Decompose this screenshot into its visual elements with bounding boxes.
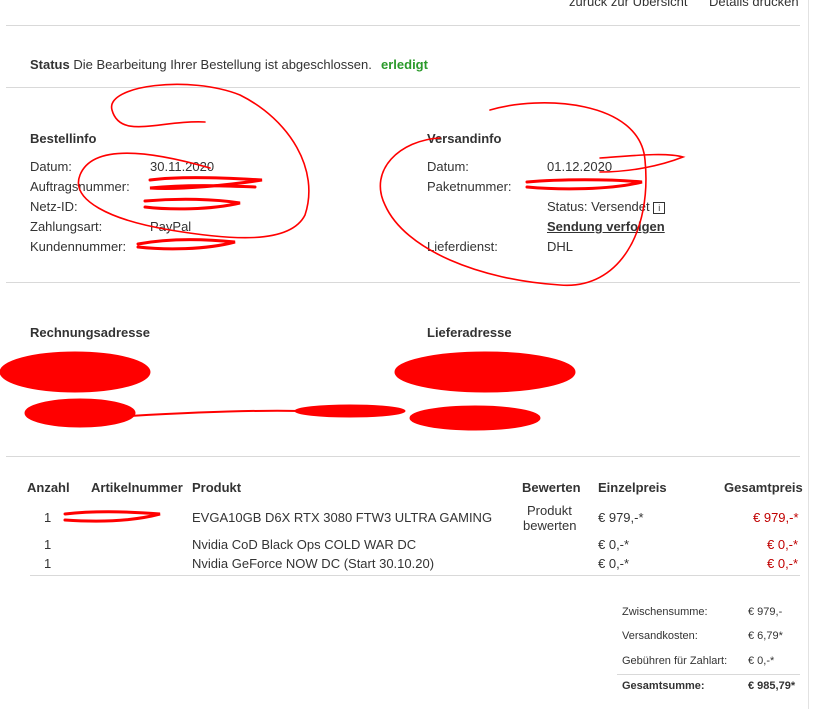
subtotal-value: € 979,- (748, 606, 783, 618)
col-article-number: Artikelnummer (91, 480, 183, 495)
right-border (808, 0, 809, 709)
col-qty: Anzahl (27, 480, 70, 495)
shipping-address-heading: Lieferadresse (427, 325, 512, 340)
back-to-overview-link[interactable]: zurück zur Übersicht (569, 0, 687, 9)
row-unit-price: € 979,-* (598, 510, 644, 525)
col-rate: Bewerten (522, 480, 581, 495)
rate-product-line2[interactable]: bewerten (523, 518, 576, 533)
net-id-label: Netz-ID: (30, 199, 78, 214)
address-redaction-billing-1 (0, 351, 151, 393)
address-redaction-shipping-1 (394, 351, 576, 393)
row-product-link[interactable]: Nvidia GeForce NOW DC (Start 30.10.20) (192, 556, 434, 571)
row-total-price: € 979,-* (753, 510, 799, 525)
row-unit-price: € 0,-* (598, 537, 630, 552)
carrier-value: DHL (547, 239, 574, 254)
order-date-value: 30.11.2020 (150, 159, 215, 174)
row-total-price: € 0,-* (767, 556, 799, 571)
row-qty: 1 (44, 537, 52, 552)
scribble-circle-right (379, 102, 647, 286)
row-total-price: € 0,-* (767, 537, 799, 552)
address-redaction-billing-2 (24, 398, 136, 428)
address-redaction-shipping-2 (409, 405, 541, 431)
status-badge: erledigt (381, 57, 428, 72)
subtotal-label: Zwischensumme: (622, 606, 708, 618)
payment-method-value: PayPal (150, 219, 192, 234)
redaction-scribbles (0, 83, 686, 523)
shipping-date-value: 01.12.2020 (547, 159, 613, 174)
shipping-status: Status: Versendet i (547, 199, 666, 214)
divider (6, 87, 800, 88)
row-unit-price: € 0,-* (598, 556, 630, 571)
row-product-link[interactable]: Nvidia CoD Black Ops COLD WAR DC (192, 537, 416, 552)
status-label: Status (30, 57, 70, 72)
order-number-label: Auftragsnummer: (30, 179, 130, 194)
rate-product-line1[interactable]: Produkt (527, 503, 572, 518)
row-qty: 1 (44, 556, 52, 571)
versandinfo-heading: Versandinfo (427, 131, 502, 146)
order-date-label: Datum: (30, 159, 72, 174)
shipping-status-text: Status: Versendet (547, 199, 650, 214)
customer-number-label: Kundennummer: (30, 239, 127, 254)
col-unit-price: Einzelpreis (598, 480, 667, 495)
col-total-price: Gesamtpreis (724, 480, 803, 495)
divider (6, 282, 800, 283)
print-details-link[interactable]: Details drucken (709, 0, 799, 9)
status-text: Die Bearbeitung Ihrer Bestellung ist abg… (73, 57, 372, 72)
status-row: Status Die Bearbeitung Ihrer Bestellung … (30, 57, 372, 72)
divider (6, 25, 800, 26)
row-product-link[interactable]: EVGA10GB D6X RTX 3080 FTW3 ULTRA GAMING (192, 510, 492, 525)
shipping-cost-value: € 6,79* (748, 630, 783, 642)
divider (6, 456, 800, 457)
table-bottom-divider (30, 575, 800, 576)
billing-address-heading: Rechnungsadresse (30, 325, 150, 340)
scribble-line-right (599, 153, 686, 173)
summary-divider (617, 674, 800, 675)
payment-fee-label: Gebühren für Zahlart: (622, 655, 728, 667)
shipping-cost-label: Versandkosten: (622, 630, 698, 642)
carrier-label: Lieferdienst: (427, 239, 498, 254)
payment-fee-value: € 0,-* (748, 655, 775, 667)
track-shipment-link[interactable]: Sendung verfolgen (547, 219, 665, 234)
payment-method-label: Zahlungsart: (30, 219, 103, 234)
col-product: Produkt (192, 480, 242, 495)
shipping-date-label: Datum: (427, 159, 469, 174)
info-icon[interactable]: i (653, 201, 666, 214)
package-number-label: Paketnummer: (427, 179, 512, 194)
bestellinfo-heading: Bestellinfo (30, 131, 97, 146)
grand-total-value: € 985,79* (748, 680, 796, 692)
row-qty: 1 (44, 510, 52, 525)
grand-total-label: Gesamtsumme: (622, 680, 705, 692)
